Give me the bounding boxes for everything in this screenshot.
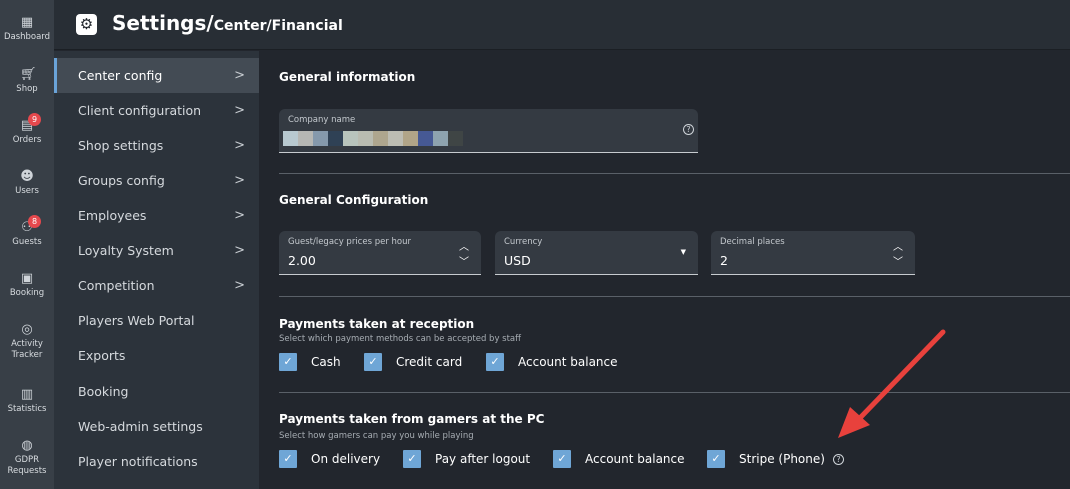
submenu-exports[interactable]: Exports <box>54 338 259 373</box>
decimal-places-stepper[interactable]: Decimal places 2 ︿ ﹀ <box>711 231 915 275</box>
submenu-players-web-portal[interactable]: Players Web Portal <box>54 303 259 338</box>
rail-booking[interactable]: ▣ Booking <box>0 272 54 299</box>
checkbox-cash[interactable]: ✓ Cash <box>279 353 341 371</box>
divider <box>279 296 1070 297</box>
rail-guests[interactable]: 8 ⚇ Guests <box>0 215 54 248</box>
rail-statistics[interactable]: ▥ Statistics <box>0 388 54 415</box>
checkbox-account-balance[interactable]: ✓ Account balance <box>486 353 618 371</box>
company-name-field[interactable]: Company name ? <box>279 109 698 153</box>
section-title: Payments taken at reception <box>279 317 475 331</box>
chevron-up-icon[interactable]: ︿ <box>459 238 469 253</box>
dashboard-icon: ▦ <box>20 15 34 30</box>
chevron-down-icon[interactable]: ﹀ <box>459 253 469 268</box>
chevron-down-icon[interactable]: ﹀ <box>893 253 903 268</box>
submenu-employees[interactable]: Employees > <box>54 198 259 233</box>
submenu-web-admin-settings[interactable]: Web-admin settings <box>54 409 259 444</box>
settings-content: General information Company name ? Gener… <box>259 51 1070 489</box>
check-icon: ✓ <box>279 353 297 371</box>
chevron-up-icon[interactable]: ︿ <box>893 238 903 253</box>
activity-icon: ◎ <box>21 322 33 337</box>
chevron-right-icon: > <box>234 278 245 293</box>
nav-rail: ▦ Dashboard 🛒︎ Shop 9 ▤ Orders ☻ Users 8 ⚇ Gues… <box>0 0 54 489</box>
check-icon: ✓ <box>553 450 571 468</box>
chevron-right-icon: > <box>234 138 245 153</box>
divider <box>279 392 1070 393</box>
rail-gdpr[interactable]: ◍ GDPR Requests <box>0 439 54 477</box>
rail-users[interactable]: ☻ Users <box>0 170 54 197</box>
section-subtitle: Select which payment methods can be acce… <box>279 334 522 344</box>
guests-badge: 8 <box>28 215 41 228</box>
chevron-right-icon: > <box>234 243 245 258</box>
rail-activity-tracker[interactable]: ◎ Activity Tracker <box>0 323 54 361</box>
rail-dashboard[interactable]: ▦ Dashboard <box>0 16 54 43</box>
dropdown-caret-icon: ▼ <box>680 248 686 256</box>
submenu-booking[interactable]: Booking <box>54 374 259 409</box>
orders-badge: 9 <box>28 113 41 126</box>
submenu-client-configuration[interactable]: Client configuration > <box>54 93 259 128</box>
check-icon: ✓ <box>486 353 504 371</box>
fingerprint-icon: ◍ <box>21 438 33 453</box>
rail-shop[interactable]: 🛒︎ Shop <box>0 68 54 95</box>
gear-icon: ⚙ <box>76 14 97 35</box>
submenu-player-notifications[interactable]: Player notifications <box>54 444 259 479</box>
page-header: ⚙ Settings/Center/Financial <box>54 0 1070 50</box>
chevron-right-icon: > <box>234 208 245 223</box>
guest-price-stepper[interactable]: Guest/legacy prices per hour 2.00 ︿ ﹀ <box>279 231 481 275</box>
submenu-competition[interactable]: Competition > <box>54 268 259 303</box>
check-icon: ✓ <box>279 450 297 468</box>
cart-icon: 🛒︎ <box>20 67 37 82</box>
chevron-right-icon: > <box>234 173 245 188</box>
help-icon[interactable]: ? <box>683 124 694 135</box>
section-subtitle: Select how gamers can pay you while play… <box>279 431 474 441</box>
breadcrumb: Center/Financial <box>213 18 343 34</box>
check-icon: ✓ <box>403 450 421 468</box>
users-icon: ☻ <box>20 169 34 184</box>
chevron-right-icon: > <box>234 103 245 118</box>
currency-select[interactable]: Currency USD ▼ <box>495 231 698 275</box>
check-icon: ✓ <box>364 353 382 371</box>
section-title: Payments taken from gamers at the PC <box>279 412 545 426</box>
checkbox-pay-after-logout[interactable]: ✓ Pay after logout <box>403 450 530 468</box>
help-icon[interactable]: ? <box>832 453 844 465</box>
checkbox-on-delivery[interactable]: ✓ On delivery <box>279 450 380 468</box>
submenu-shop-settings[interactable]: Shop settings > <box>54 128 259 163</box>
calendar-icon: ▣ <box>20 271 34 286</box>
page-title: Settings/Center/Financial <box>112 11 343 35</box>
chevron-right-icon: > <box>234 68 245 83</box>
check-icon: ✓ <box>707 450 725 468</box>
chart-icon: ▥ <box>20 387 34 402</box>
submenu-center-config[interactable]: Center config > <box>54 58 259 93</box>
section-title: General information <box>279 70 416 84</box>
rail-orders[interactable]: 9 ▤ Orders <box>0 113 54 146</box>
checkbox-stripe-phone[interactable]: ✓ Stripe (Phone)? <box>707 450 844 468</box>
submenu-groups-config[interactable]: Groups config > <box>54 163 259 198</box>
checkbox-credit-card[interactable]: ✓ Credit card <box>364 353 462 371</box>
divider <box>279 173 1070 174</box>
checkbox-account-balance-pc[interactable]: ✓ Account balance <box>553 450 685 468</box>
settings-submenu: Center config > Client configuration > Sho… <box>54 51 259 489</box>
submenu-loyalty-system[interactable]: Loyalty System > <box>54 233 259 268</box>
section-title: General Configuration <box>279 193 429 207</box>
redacted-company-name <box>283 131 463 146</box>
